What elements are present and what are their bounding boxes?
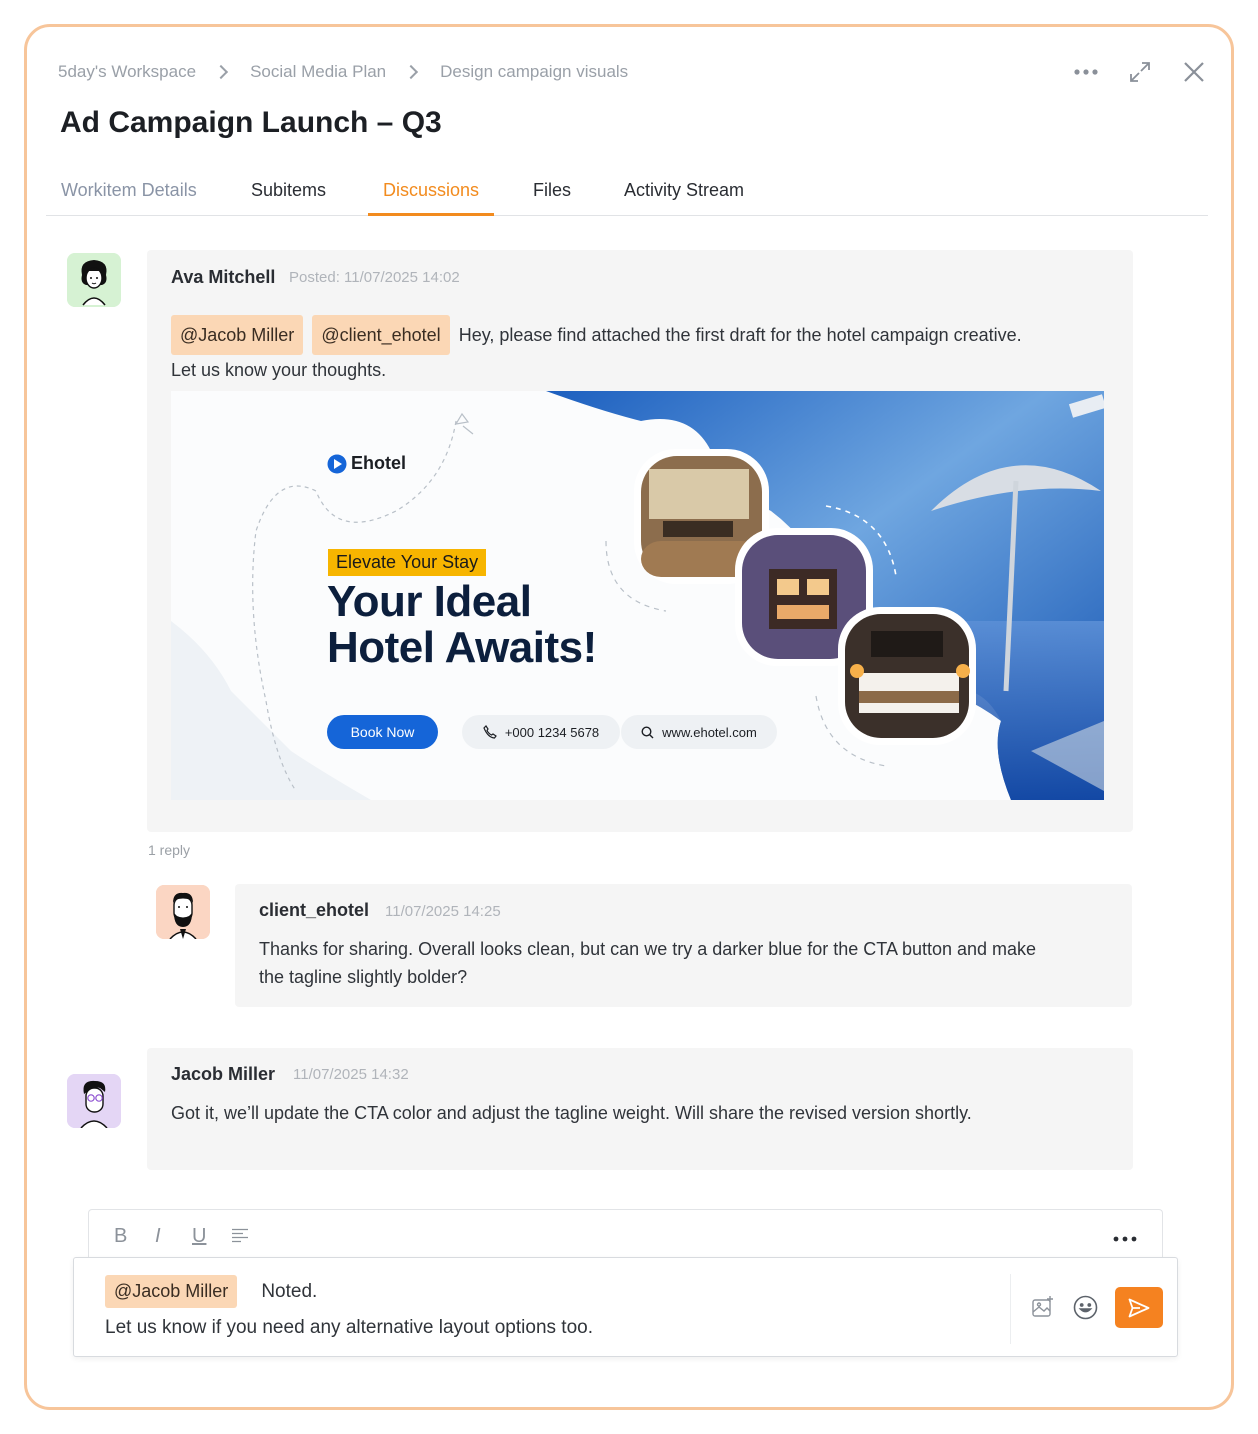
mention-tag[interactable]: @Jacob Miller (171, 315, 304, 355)
send-button[interactable] (1115, 1287, 1163, 1328)
message-author[interactable]: Jacob Miller (171, 1064, 275, 1085)
message-timestamp: 11/07/2025 14:32 (293, 1066, 409, 1083)
reply-count[interactable]: 1 reply (148, 842, 190, 858)
image-add-icon (1032, 1296, 1053, 1317)
close-button[interactable] (1180, 58, 1208, 86)
message-timestamp: 11/07/2025 14:25 (385, 903, 501, 920)
ad-phone-pill: +000 1234 5678 (462, 715, 620, 749)
tab-bar: Workitem Details Subitems Discussions Fi… (46, 168, 1208, 216)
message-author[interactable]: Ava Mitchell (171, 267, 275, 288)
ad-website: www.ehotel.com (662, 724, 757, 740)
message-text: Let us know your thoughts. (171, 360, 387, 380)
underline-button[interactable]: U (192, 1225, 206, 1248)
italic-button[interactable]: I (155, 1225, 161, 1248)
ad-tagline: Elevate Your Stay (328, 549, 487, 576)
play-logo-icon (327, 454, 347, 473)
message-text: Got it, we’ll update the CTA color and a… (171, 1103, 972, 1123)
composer-text: Noted. (261, 1280, 318, 1302)
tab-discussions[interactable]: Discussions (367, 180, 495, 216)
mention-tag[interactable]: @Jacob Miller (105, 1275, 238, 1308)
attach-image-button[interactable] (1031, 1295, 1055, 1324)
tab-activity-stream[interactable]: Activity Stream (624, 180, 744, 213)
page-title: Ad Campaign Launch – Q3 (60, 106, 442, 139)
attached-ad-image[interactable]: Ehotel Elevate Your Stay Your Ideal Hote… (171, 391, 1104, 800)
more-horizontal-icon (1113, 1236, 1137, 1242)
message-text: the tagline slightly bolder? (259, 967, 468, 987)
message-body: @Jacob Miller @client_ehotel Hey, please… (171, 315, 1022, 355)
breadcrumb-task[interactable]: Design campaign visuals (440, 62, 628, 82)
ad-headline-line: Your Ideal (327, 577, 532, 626)
emoji-icon (1073, 1295, 1098, 1320)
tab-files[interactable]: Files (533, 180, 571, 213)
chevron-right-icon (213, 64, 229, 80)
ad-phone: +000 1234 5678 (504, 724, 600, 740)
breadcrumb-workspace[interactable]: 5day's Workspace (58, 62, 196, 82)
expand-icon (1130, 62, 1150, 82)
ad-brand-logo: Ehotel (327, 453, 406, 474)
ad-headline: Your Ideal Hotel Awaits! (327, 579, 597, 671)
align-left-button[interactable] (231, 1228, 249, 1248)
more-options-button[interactable] (1072, 58, 1100, 86)
breadcrumb: 5day's Workspace Social Media Plan Desig… (58, 62, 628, 82)
breadcrumb-project[interactable]: Social Media Plan (250, 62, 386, 82)
bold-button[interactable]: B (114, 1225, 127, 1248)
ad-headline-line: Hotel Awaits! (327, 623, 597, 672)
message-composer[interactable]: @Jacob Miller Noted. Let us know if you … (73, 1257, 1178, 1357)
message-text: Hey, please find attached the first draf… (458, 325, 1022, 345)
message-author[interactable]: client_ehotel (259, 900, 369, 921)
message-text: Thanks for sharing. Overall looks clean,… (259, 939, 1037, 959)
avatar-jacob-miller (67, 1074, 121, 1128)
expand-button[interactable] (1126, 58, 1154, 86)
search-icon (641, 725, 654, 738)
composer-divider (1010, 1274, 1011, 1344)
close-icon (1184, 62, 1204, 82)
chevron-right-icon (404, 64, 419, 80)
more-horizontal-icon (1074, 69, 1098, 75)
phone-icon (483, 725, 497, 739)
ad-book-now-button[interactable]: Book Now (327, 715, 438, 749)
avatar-ava-mitchell (67, 253, 121, 307)
tab-subitems[interactable]: Subitems (251, 180, 326, 213)
tab-workitem-details[interactable]: Workitem Details (61, 180, 197, 213)
composer-text: Let us know if you need any alternative … (105, 1317, 593, 1338)
room-photo-bedroom (838, 607, 976, 745)
avatar-client-ehotel (156, 885, 210, 939)
ad-brand-name: Ehotel (351, 453, 407, 473)
emoji-button[interactable] (1073, 1295, 1098, 1325)
message-timestamp: Posted: 11/07/2025 14:02 (289, 269, 460, 286)
send-icon (1128, 1298, 1150, 1317)
mention-tag[interactable]: @client_ehotel (312, 315, 450, 355)
composer-line: @Jacob Miller Noted. (105, 1275, 317, 1308)
window-actions (1072, 58, 1208, 86)
more-formatting-button[interactable] (1112, 1230, 1138, 1248)
ad-website-pill: www.ehotel.com (621, 715, 777, 749)
align-left-icon (232, 1228, 248, 1243)
editor-toolbar: B I U (88, 1209, 1163, 1259)
